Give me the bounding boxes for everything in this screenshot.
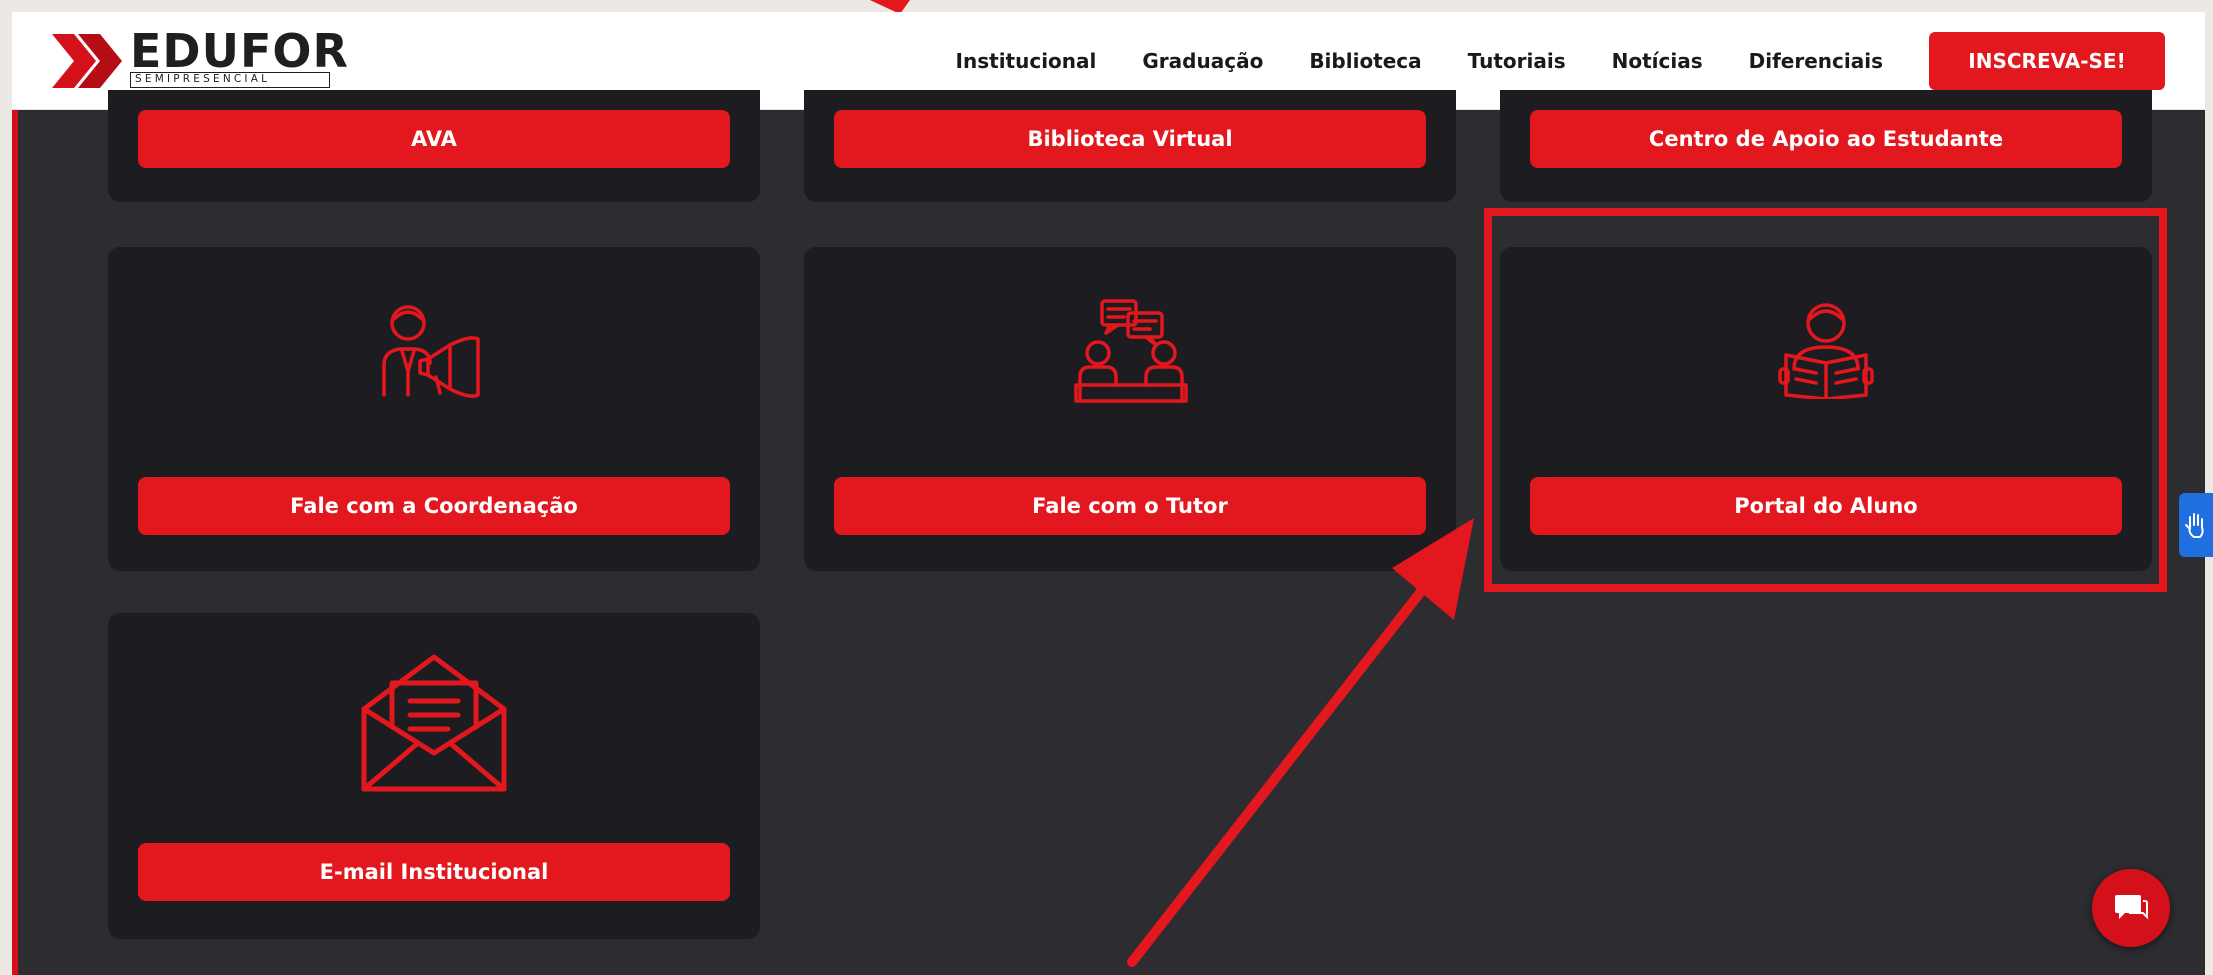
annotation-arrow	[1127, 518, 1474, 967]
chat-bubble-icon	[2115, 895, 2148, 920]
nav-diferenciais[interactable]: Diferenciais	[1749, 49, 1883, 73]
background-strip-right	[2205, 0, 2213, 975]
biblioteca-virtual-button[interactable]: Biblioteca Virtual	[834, 110, 1426, 168]
logo-subtitle: SEMIPRESENCIAL	[130, 72, 330, 88]
megaphone-person-icon	[382, 305, 480, 398]
nav-biblioteca[interactable]: Biblioteca	[1309, 49, 1421, 73]
annotation-highlight-box	[1484, 208, 2167, 592]
card-ava: AVA	[108, 90, 760, 202]
edufor-logo[interactable]: EDUFOR SEMIPRESENCIAL	[52, 24, 348, 92]
card-fale-coordenacao: Fale com a Coordenação	[108, 247, 760, 571]
logo-chevron-icon	[52, 34, 122, 88]
nav-institucional[interactable]: Institucional	[956, 49, 1097, 73]
main-nav: Institucional Graduação Biblioteca Tutor…	[956, 32, 2165, 90]
fale-coordenacao-button[interactable]: Fale com a Coordenação	[138, 477, 730, 535]
card-email-institucional: E-mail Institucional	[108, 613, 760, 939]
nav-tutoriais[interactable]: Tutoriais	[1468, 49, 1566, 73]
centro-apoio-button[interactable]: Centro de Apoio ao Estudante	[1530, 110, 2122, 168]
open-envelope-icon	[361, 654, 507, 792]
background-strip-left	[0, 0, 12, 975]
nav-noticias[interactable]: Notícias	[1612, 49, 1703, 73]
card-centro-apoio: Centro de Apoio ao Estudante	[1500, 90, 2152, 202]
ava-button[interactable]: AVA	[138, 110, 730, 168]
inscreva-se-button[interactable]: INSCREVA-SE!	[1929, 32, 2165, 90]
meeting-chat-icon	[1074, 299, 1188, 403]
logo-text: EDUFOR	[130, 24, 349, 78]
chat-button[interactable]	[2092, 869, 2170, 947]
background-strip	[0, 0, 2213, 12]
accessibility-tab[interactable]	[2179, 493, 2213, 557]
nav-graduacao[interactable]: Graduação	[1142, 49, 1263, 73]
sign-language-hand-icon	[2185, 513, 2204, 538]
email-institucional-button[interactable]: E-mail Institucional	[138, 843, 730, 901]
card-biblioteca-virtual: Biblioteca Virtual	[804, 90, 1456, 202]
